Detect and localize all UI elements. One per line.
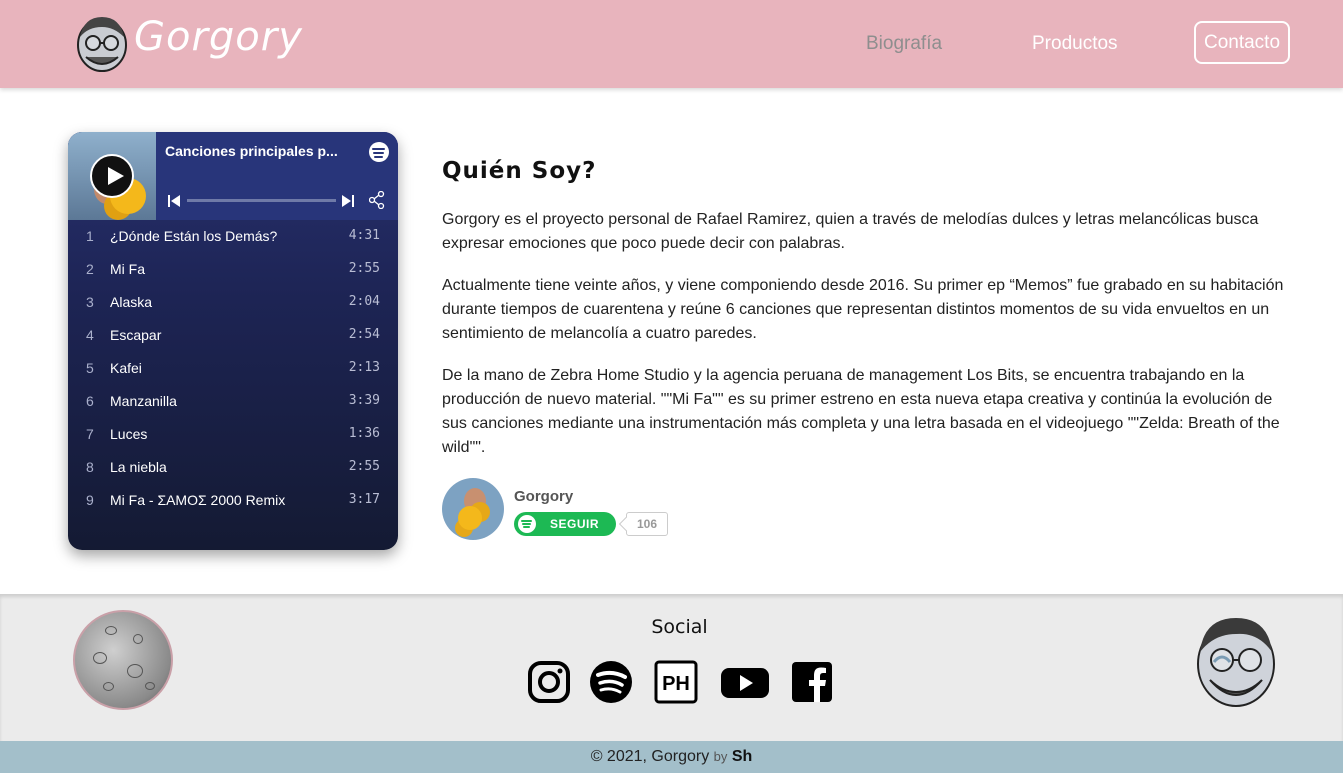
track-name: Escapar <box>110 327 162 343</box>
track-name: Manzanilla <box>110 393 177 409</box>
play-button[interactable] <box>90 154 134 198</box>
copyright-by: by <box>713 749 728 764</box>
next-track-icon[interactable] <box>342 194 354 208</box>
progress-bar[interactable] <box>187 199 336 202</box>
track-name: La niebla <box>110 459 167 475</box>
track-duration: 2:13 <box>348 360 380 375</box>
track-duration: 2:54 <box>348 327 380 342</box>
track-duration: 1:36 <box>348 426 380 441</box>
track-name: Luces <box>110 426 148 442</box>
track-row[interactable]: 2 Mi Fa 2:55 <box>68 253 398 286</box>
artist-face-illustration <box>1197 618 1275 707</box>
youtube-icon[interactable] <box>720 660 770 704</box>
player-header: Canciones principales p... <box>68 132 398 220</box>
track-duration: 3:17 <box>348 492 380 507</box>
artist-avatar[interactable] <box>442 478 504 540</box>
about-paragraph: Actualmente tiene veinte años, y viene c… <box>442 277 1284 342</box>
track-number: 4 <box>86 327 94 343</box>
track-number: 5 <box>86 360 94 376</box>
track-name: Mi Fa <box>110 261 145 277</box>
track-number: 2 <box>86 261 94 277</box>
nav-biografia[interactable]: Biografía <box>866 33 942 55</box>
track-number: 6 <box>86 393 94 409</box>
social-title: Social <box>651 616 708 638</box>
facebook-icon[interactable] <box>790 660 834 704</box>
previous-track-icon[interactable] <box>168 194 180 208</box>
producthunt-icon[interactable]: PH <box>654 660 698 704</box>
artist-name[interactable]: Gorgory <box>514 488 573 505</box>
track-name: Alaska <box>110 294 153 310</box>
track-row[interactable]: 5 Kafei 2:13 <box>68 352 398 385</box>
track-number: 1 <box>86 228 94 244</box>
track-duration: 2:55 <box>348 459 380 474</box>
track-number: 9 <box>86 492 94 508</box>
track-row[interactable]: 3 Alaska 2:04 <box>68 286 398 319</box>
track-name: Mi Fa - ΣΑΜΟΣ 2000 Remix <box>110 492 286 508</box>
about-paragraph: Gorgory es el proyecto personal de Rafae… <box>442 211 1259 252</box>
track-row[interactable]: 1 ¿Dónde Están los Demás? 4:31 <box>68 220 398 253</box>
track-number: 3 <box>86 294 94 310</box>
track-duration: 3:39 <box>348 393 380 408</box>
track-row[interactable]: 7 Luces 1:36 <box>68 418 398 451</box>
logo-face-icon[interactable] <box>74 13 130 73</box>
track-row[interactable]: 6 Manzanilla 3:39 <box>68 385 398 418</box>
nav-productos[interactable]: Productos <box>1032 33 1118 55</box>
spotify-player: Canciones principales p... 1 ¿Dónde Está… <box>68 132 398 550</box>
share-icon[interactable] <box>369 191 385 209</box>
follow-label: SEGUIR <box>550 517 600 531</box>
track-name: ¿Dónde Están los Demás? <box>110 228 278 244</box>
instagram-icon[interactable] <box>527 660 571 704</box>
about-title: Quién Soy? <box>442 158 597 184</box>
playlist-title[interactable]: Canciones principales p... <box>165 143 338 159</box>
track-duration: 2:55 <box>348 261 380 276</box>
about-paragraph: De la mano de Zebra Home Studio y la age… <box>442 367 1280 456</box>
follow-button[interactable]: SEGUIR <box>514 512 616 536</box>
svg-text:PH: PH <box>662 673 690 695</box>
spotify-icon <box>518 515 536 533</box>
site-header: Gorgory Biografía Productos Contacto <box>0 0 1343 88</box>
nav-contacto-button[interactable]: Contacto <box>1194 21 1290 64</box>
copyright-bar: © 2021, Gorgory by Sh <box>0 741 1343 773</box>
copyright-text: © 2021, Gorgory <box>590 748 710 765</box>
track-duration: 2:04 <box>348 294 380 309</box>
track-duration: 4:31 <box>348 228 380 243</box>
track-row[interactable]: 4 Escapar 2:54 <box>68 319 398 352</box>
spotify-icon[interactable] <box>589 660 633 704</box>
follower-count: 106 <box>626 512 668 536</box>
track-row[interactable]: 8 La niebla 2:55 <box>68 451 398 484</box>
track-number: 8 <box>86 459 94 475</box>
track-number: 7 <box>86 426 94 442</box>
album-cover <box>68 132 156 220</box>
track-name: Kafei <box>110 360 142 376</box>
brand-name[interactable]: Gorgory <box>134 14 303 60</box>
track-row[interactable]: 9 Mi Fa - ΣΑΜΟΣ 2000 Remix 3:17 <box>68 484 398 517</box>
author-signature[interactable]: Sh <box>732 748 752 765</box>
spotify-icon[interactable] <box>369 142 389 162</box>
